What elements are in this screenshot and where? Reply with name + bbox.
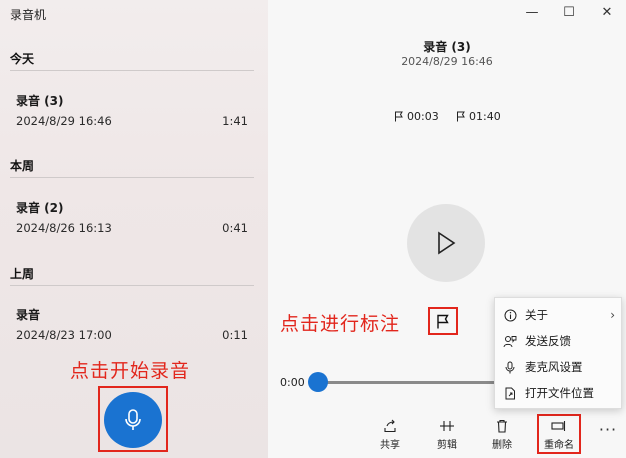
flag-icon (437, 314, 449, 328)
add-marker-button[interactable] (428, 307, 458, 335)
info-icon (504, 309, 516, 321)
player-pane: — ☐ ✕ 录音 (3) 2024/8/29 16:46 00:03 01:40… (268, 0, 626, 458)
more-options-button[interactable]: ··· (593, 420, 623, 440)
more-options-menu: 关于 › 发送反馈 麦克风设置 打开文件位置 (494, 297, 622, 409)
annotation-add-marker: 点击进行标注 (280, 313, 401, 335)
recording-name: 录音 (2) (16, 201, 64, 215)
marker-2[interactable]: 01:40 (456, 110, 501, 123)
section-today: 今天 (10, 52, 35, 66)
player-title: 录音 (3) (423, 40, 471, 54)
chevron-right-icon: › (610, 308, 615, 322)
menu-item-about[interactable]: 关于 › (495, 302, 623, 328)
maximize-button[interactable]: ☐ (558, 4, 580, 22)
recording-name: 录音 (3) (16, 94, 64, 108)
marker-time: 01:40 (469, 110, 501, 123)
menu-item-label: 打开文件位置 (525, 386, 594, 400)
marker-1[interactable]: 00:03 (394, 110, 439, 123)
recording-date: 2024/8/26 16:13 (16, 221, 112, 235)
recording-item-3[interactable]: 录音 (3) 2024/8/29 16:46 1:41 (16, 92, 248, 128)
delete-label: 删除 (492, 440, 512, 451)
annotation-highlight-box (98, 386, 168, 452)
recording-duration: 0:41 (222, 221, 248, 235)
seek-track[interactable] (318, 381, 508, 384)
microphone-icon (125, 409, 141, 430)
seek-thumb[interactable] (308, 372, 328, 392)
trim-button[interactable]: 剪辑 (427, 418, 467, 451)
record-button[interactable] (104, 392, 162, 448)
flag-icon (395, 111, 403, 122)
recording-duration: 1:41 (222, 114, 248, 128)
recording-date: 2024/8/29 16:46 (16, 114, 112, 128)
trash-icon (497, 419, 507, 433)
section-last-week: 上周 (10, 267, 35, 281)
menu-item-feedback[interactable]: 发送反馈 (495, 328, 623, 354)
menu-item-mic-settings[interactable]: 麦克风设置 (495, 354, 623, 380)
share-label: 共享 (380, 440, 400, 451)
recording-item-2[interactable]: 录音 (2) 2024/8/26 16:13 0:41 (16, 199, 248, 235)
feedback-icon (503, 335, 517, 347)
divider (10, 177, 254, 178)
player-date: 2024/8/29 16:46 (401, 55, 493, 68)
recording-name: 录音 (16, 308, 41, 322)
close-button[interactable]: ✕ (596, 4, 618, 22)
delete-button[interactable]: 删除 (482, 418, 522, 451)
section-this-week: 本周 (10, 159, 35, 173)
open-file-icon (505, 387, 515, 399)
microphone-icon (505, 361, 515, 373)
share-button[interactable]: 共享 (370, 418, 410, 451)
trim-label: 剪辑 (437, 440, 457, 451)
flag-icon (457, 111, 465, 122)
minimize-button[interactable]: — (521, 4, 543, 22)
annotation-highlight-box (537, 414, 581, 454)
divider (10, 70, 254, 71)
play-icon (438, 231, 456, 255)
marker-time: 00:03 (407, 110, 439, 123)
recordings-pane: 录音机 今天 录音 (3) 2024/8/29 16:46 1:41 本周 录音… (0, 0, 268, 458)
annotation-start-recording: 点击开始录音 (70, 360, 191, 382)
share-icon (384, 419, 396, 433)
recording-item-1[interactable]: 录音 2024/8/23 17:00 0:11 (16, 306, 248, 342)
menu-item-label: 关于 (525, 308, 548, 322)
menu-item-label: 发送反馈 (525, 334, 571, 348)
menu-item-open-location[interactable]: 打开文件位置 (495, 380, 623, 406)
play-button[interactable] (407, 204, 485, 282)
menu-item-label: 麦克风设置 (525, 360, 583, 374)
trim-icon (440, 421, 454, 431)
divider (10, 285, 254, 286)
recording-date: 2024/8/23 17:00 (16, 328, 112, 342)
current-time: 0:00 (280, 376, 305, 389)
recording-duration: 0:11 (222, 328, 248, 342)
app-title: 录音机 (10, 8, 47, 22)
